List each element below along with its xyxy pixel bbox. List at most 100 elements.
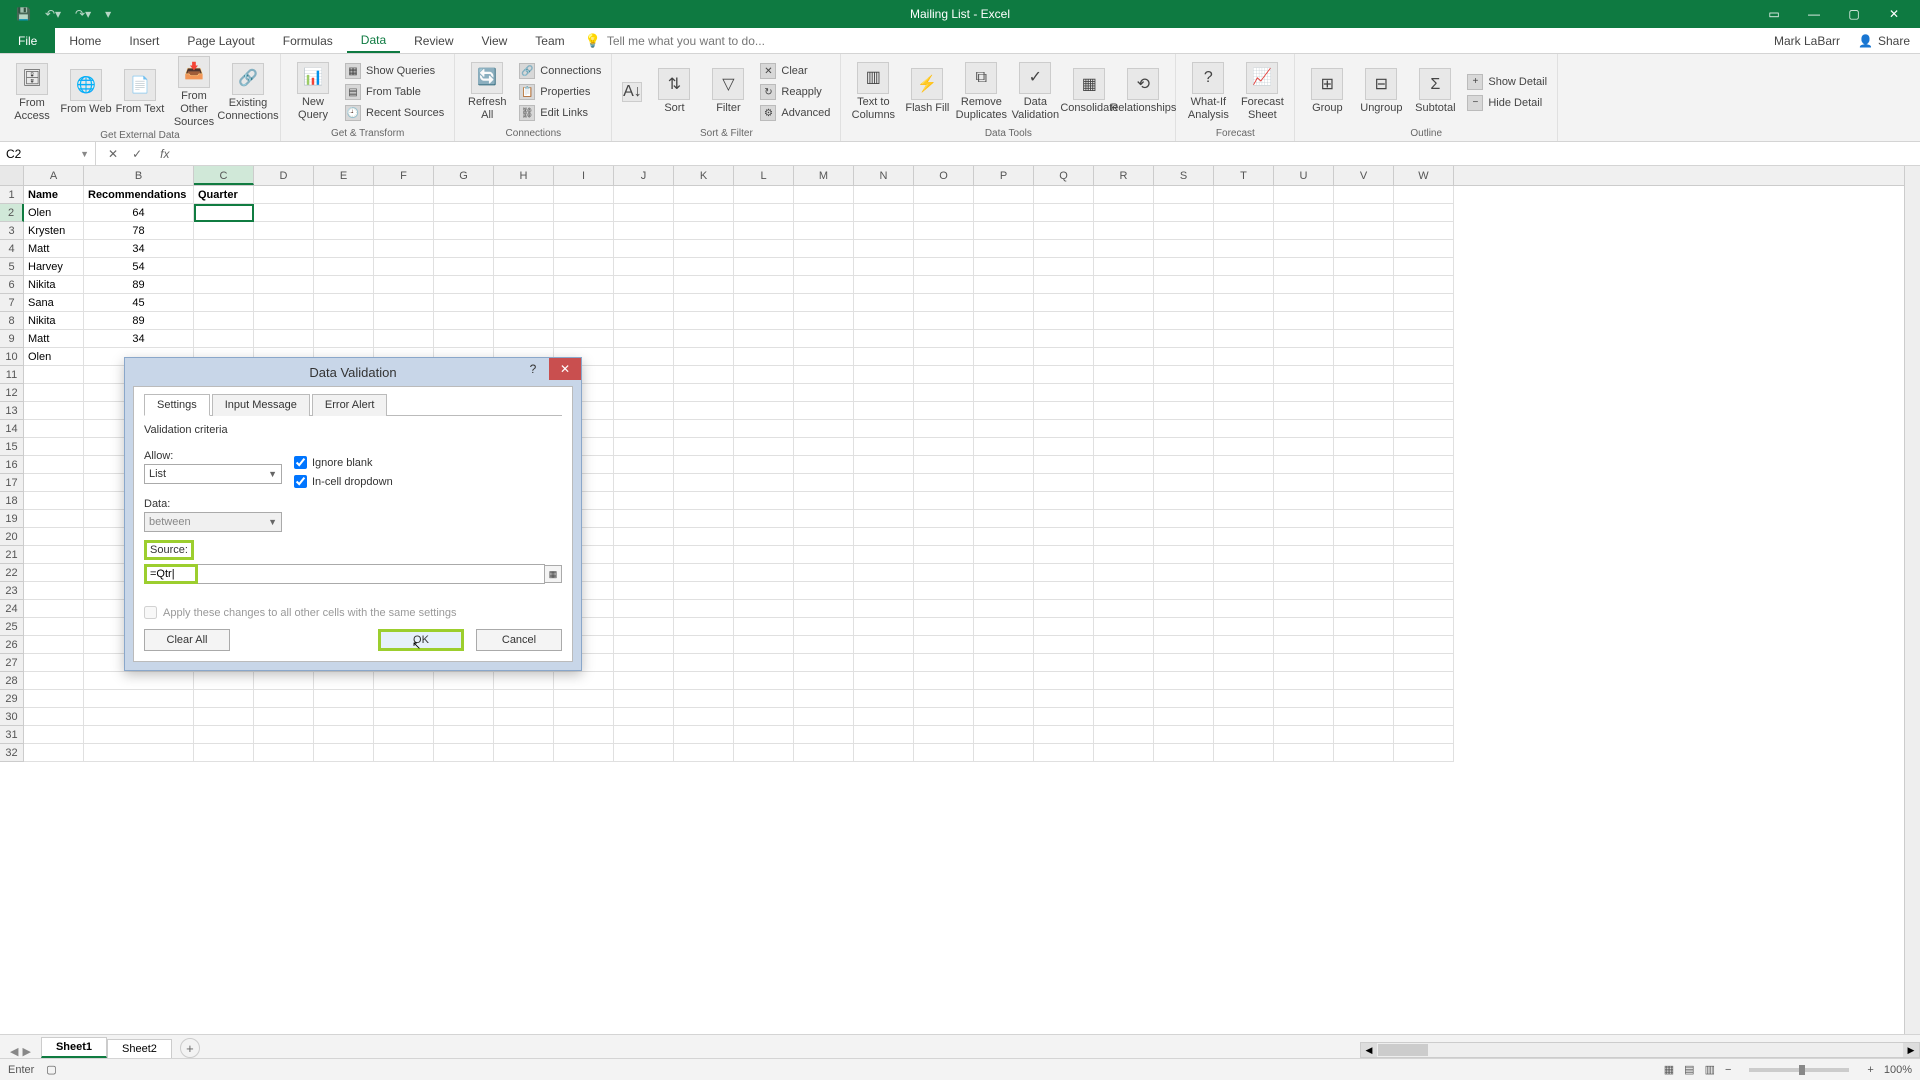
row-header[interactable]: 7 [0, 294, 24, 312]
cell[interactable] [1334, 456, 1394, 474]
cell[interactable] [674, 618, 734, 636]
cell[interactable] [1094, 528, 1154, 546]
cell[interactable] [1214, 240, 1274, 258]
cell[interactable] [1094, 420, 1154, 438]
row-header[interactable]: 17 [0, 474, 24, 492]
maximize-icon[interactable]: ▢ [1836, 4, 1872, 24]
cell[interactable] [1274, 222, 1334, 240]
cell[interactable] [914, 582, 974, 600]
cell[interactable] [854, 690, 914, 708]
cell[interactable] [1214, 510, 1274, 528]
zoom-slider[interactable] [1749, 1068, 1849, 1072]
cell[interactable] [434, 330, 494, 348]
cell[interactable] [494, 222, 554, 240]
cell[interactable] [1274, 348, 1334, 366]
cell[interactable] [434, 744, 494, 762]
cell[interactable] [1034, 600, 1094, 618]
cell[interactable] [614, 222, 674, 240]
col-header[interactable]: L [734, 166, 794, 185]
cell[interactable] [614, 258, 674, 276]
clear-all-button[interactable]: Clear All [144, 629, 230, 651]
col-header[interactable]: U [1274, 166, 1334, 185]
cell[interactable] [314, 222, 374, 240]
cell[interactable] [794, 636, 854, 654]
cell[interactable] [914, 564, 974, 582]
cell[interactable] [914, 402, 974, 420]
cell[interactable] [854, 186, 914, 204]
cell[interactable] [794, 294, 854, 312]
cell[interactable] [374, 708, 434, 726]
cell[interactable] [734, 294, 794, 312]
cell[interactable] [1274, 654, 1334, 672]
cell[interactable] [1274, 294, 1334, 312]
cell[interactable] [674, 510, 734, 528]
cell[interactable] [974, 186, 1034, 204]
cell[interactable] [1394, 204, 1454, 222]
cell[interactable] [1094, 708, 1154, 726]
cell[interactable] [1154, 510, 1214, 528]
cell[interactable] [1094, 744, 1154, 762]
cell[interactable] [1214, 474, 1274, 492]
col-header[interactable]: G [434, 166, 494, 185]
cell[interactable] [1274, 492, 1334, 510]
cell[interactable] [1334, 636, 1394, 654]
cell[interactable] [1214, 654, 1274, 672]
cell[interactable] [614, 402, 674, 420]
cell[interactable] [974, 492, 1034, 510]
cell[interactable] [974, 636, 1034, 654]
cell[interactable]: Recommendations [84, 186, 194, 204]
horizontal-scrollbar[interactable]: ◀ ▶ [1360, 1042, 1920, 1058]
row-header[interactable]: 6 [0, 276, 24, 294]
row-header[interactable]: 13 [0, 402, 24, 420]
cell[interactable] [794, 330, 854, 348]
cell[interactable] [914, 600, 974, 618]
tab-team[interactable]: Team [521, 28, 578, 53]
share-button[interactable]: 👤Share [1858, 34, 1910, 48]
cell[interactable] [1214, 492, 1274, 510]
cell[interactable] [1334, 600, 1394, 618]
cell[interactable]: 78 [84, 222, 194, 240]
cell[interactable] [734, 276, 794, 294]
cell[interactable] [1094, 564, 1154, 582]
cell[interactable] [494, 672, 554, 690]
cell[interactable] [1094, 456, 1154, 474]
cell[interactable] [614, 618, 674, 636]
cell[interactable] [734, 492, 794, 510]
cell[interactable] [794, 204, 854, 222]
col-header[interactable]: O [914, 166, 974, 185]
cell[interactable] [914, 366, 974, 384]
cell[interactable] [614, 582, 674, 600]
cell[interactable] [1274, 708, 1334, 726]
cell[interactable] [1334, 330, 1394, 348]
cell[interactable] [674, 294, 734, 312]
tab-formulas[interactable]: Formulas [269, 28, 347, 53]
cell[interactable] [1334, 474, 1394, 492]
cell[interactable] [374, 330, 434, 348]
cell[interactable] [794, 222, 854, 240]
cell[interactable] [554, 312, 614, 330]
cell[interactable] [914, 420, 974, 438]
col-header[interactable]: S [1154, 166, 1214, 185]
cell[interactable] [24, 690, 84, 708]
cell[interactable] [1274, 258, 1334, 276]
sort-az-button[interactable]: A↓ [618, 82, 646, 102]
cell[interactable] [1034, 474, 1094, 492]
row-header[interactable]: 2 [0, 204, 24, 222]
cell[interactable] [1154, 708, 1214, 726]
cell[interactable] [794, 654, 854, 672]
clear-filter-button[interactable]: ✕Clear [756, 62, 834, 80]
cell[interactable] [1154, 312, 1214, 330]
cell[interactable] [974, 330, 1034, 348]
cell[interactable] [1334, 582, 1394, 600]
cell[interactable] [1154, 546, 1214, 564]
cell[interactable] [1094, 654, 1154, 672]
cell[interactable] [434, 294, 494, 312]
cell[interactable] [1154, 258, 1214, 276]
cell[interactable] [674, 348, 734, 366]
cell[interactable] [734, 456, 794, 474]
cell[interactable] [794, 744, 854, 762]
cell[interactable] [674, 240, 734, 258]
cell[interactable] [1154, 654, 1214, 672]
cell[interactable]: Sana [24, 294, 84, 312]
cell[interactable] [914, 474, 974, 492]
